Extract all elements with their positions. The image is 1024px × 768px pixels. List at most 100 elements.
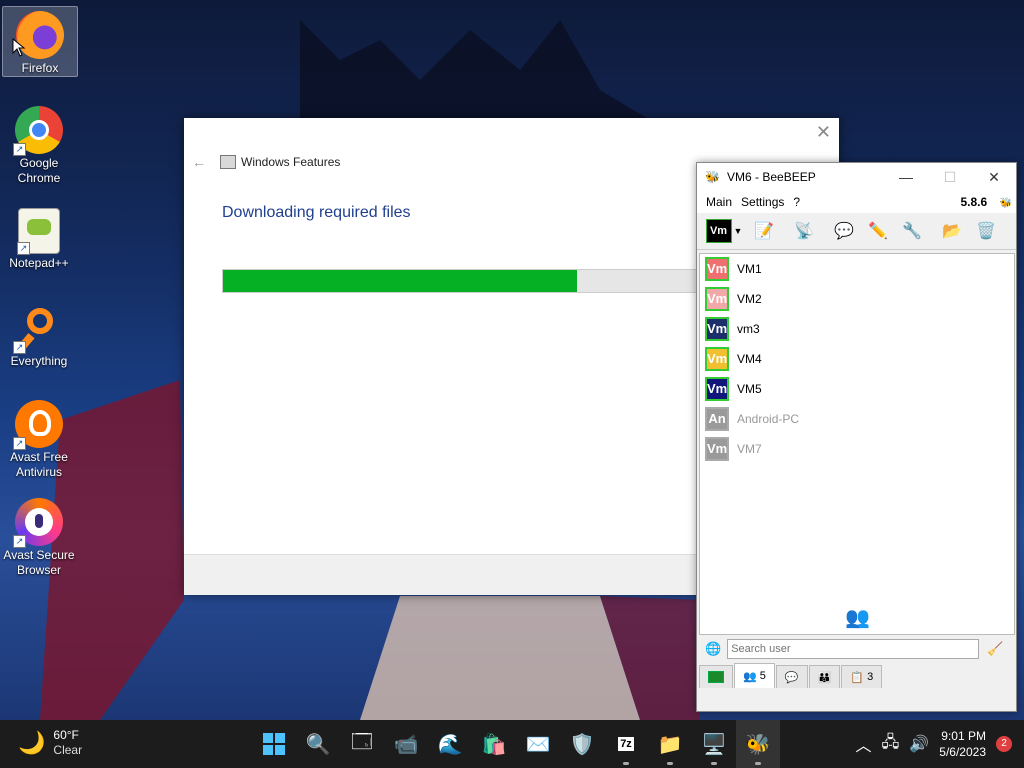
user-avatar: Vm	[705, 437, 729, 461]
desktop-icon-label: Google Chrome	[17, 156, 61, 185]
taskbar-apps: 🔍 🗔 📹 🌊 🛍️ ✉️ 🛡️ 7z 📁 🖥️ 🐝	[252, 720, 780, 768]
windows-logo-icon	[263, 733, 285, 755]
user-row[interactable]: Vm VM1	[700, 254, 1014, 284]
network-tray-icon[interactable]: 🖧	[882, 731, 900, 758]
user-avatar: Vm	[705, 287, 729, 311]
share-files-icon[interactable]: 📂	[939, 218, 965, 244]
search-user-input[interactable]	[727, 639, 980, 659]
desktop-icon-chrome[interactable]: ↗ Google Chrome	[2, 102, 76, 186]
7zip-icon[interactable]: 7z	[604, 720, 648, 768]
groups-icon: 👪	[817, 671, 832, 684]
tab-chats[interactable]: 💬	[775, 665, 808, 688]
tab-users[interactable]: 👥 5	[734, 663, 775, 688]
weather-temp: 60°F	[53, 728, 79, 742]
chrome-icon: ↗	[13, 106, 63, 156]
user-row[interactable]: An Android-PC	[700, 404, 1014, 434]
avast-browser-taskbar-icon[interactable]: 🛡️	[560, 720, 604, 768]
title-bar: 🐝 VM6 - BeeBEEP — ☐ ✕	[697, 163, 1016, 191]
edge-icon[interactable]: 🌊	[428, 720, 472, 768]
user-avatar: Vm	[705, 347, 729, 371]
notification-badge[interactable]: 2	[996, 736, 1012, 752]
mail-icon[interactable]: ✉️	[516, 720, 560, 768]
moon-icon: 🌙	[18, 730, 46, 755]
beebeep-taskbar-icon[interactable]: 🐝	[736, 720, 780, 768]
clear-search-icon[interactable]: 🧹	[987, 641, 1003, 657]
minimize-button[interactable]: —	[884, 163, 928, 191]
beebeep-app-icon: 🐝	[705, 170, 720, 184]
desktop-icon-label: Notepad++	[9, 256, 69, 270]
user-row[interactable]: Vm VM2	[700, 284, 1014, 314]
avast-icon: ↗	[13, 400, 63, 450]
desktop-icon-avast[interactable]: ↗ Avast Free Antivirus	[2, 396, 76, 480]
weather-widget[interactable]: 🌙 60°F Clear	[18, 728, 82, 758]
user-name: VM1	[737, 262, 762, 276]
user-row[interactable]: Vm vm3	[700, 314, 1014, 344]
menu-help[interactable]: ?	[793, 195, 800, 209]
user-avatar: An	[705, 407, 729, 431]
menu-main[interactable]: Main	[706, 195, 732, 209]
close-icon[interactable]: ✕	[816, 122, 831, 143]
system-tray: ︿ 🖧 🔊 9:01 PM 5/6/2023 2	[856, 720, 1024, 768]
user-row[interactable]: Vm VM5	[700, 374, 1014, 404]
menu-settings[interactable]: Settings	[741, 195, 784, 209]
beebeep-window: 🐝 VM6 - BeeBEEP — ☐ ✕ Main Settings ? 5.…	[696, 162, 1017, 712]
shortcut-arrow-icon: ↗	[13, 437, 26, 450]
tab-files[interactable]: 📋 3	[841, 665, 883, 688]
user-name: VM7	[737, 442, 762, 456]
connection-icon: 🌐	[705, 641, 722, 656]
shortcut-arrow-icon: ↗	[13, 341, 26, 354]
clear-icon[interactable]: 🗑️	[973, 218, 999, 244]
start-button[interactable]	[252, 720, 296, 768]
chevron-up-icon[interactable]: ︿	[856, 732, 872, 756]
taskbar: 🌙 60°F Clear 🔍 🗔 📹 🌊 🛍️ ✉️ 🛡️ 7z 📁 🖥️ 🐝 …	[0, 720, 1024, 768]
user-row[interactable]: Vm VM7	[700, 434, 1014, 464]
tab-count: 5	[759, 670, 766, 682]
menu-bar: Main Settings ? 5.8.6 🐝	[697, 191, 1016, 213]
search-icon[interactable]: 🔍	[296, 720, 340, 768]
tab-screen[interactable]	[699, 665, 733, 688]
status-selector[interactable]: Vm ▼	[705, 218, 743, 244]
user-avatar: Vm	[705, 377, 729, 401]
weather-condition: Clear	[53, 743, 83, 757]
shortcut-arrow-icon: ↗	[13, 143, 26, 156]
open-chat-icon[interactable]: 💬	[831, 218, 857, 244]
user-name: VM5	[737, 382, 762, 396]
windows-features-icon	[220, 155, 236, 169]
user-row[interactable]: Vm VM4	[700, 344, 1014, 374]
clock[interactable]: 9:01 PM 5/6/2023	[939, 728, 986, 760]
edit-profile-icon[interactable]: 📝	[751, 218, 777, 244]
desktop-icon-everything[interactable]: ↗ Everything	[2, 300, 76, 369]
desktop-icon-label: Avast Free Antivirus	[10, 450, 68, 479]
maximize-button[interactable]: ☐	[928, 163, 972, 191]
volume-icon[interactable]: 🔊	[909, 734, 929, 754]
write-message-icon[interactable]: ✏️	[865, 218, 891, 244]
teams-chat-icon[interactable]: 📹	[384, 720, 428, 768]
user-avatar: Vm	[705, 317, 729, 341]
tools-icon[interactable]: 🔧	[899, 218, 925, 244]
desktop-icon-notepadpp[interactable]: ↗ Notepad++	[2, 204, 76, 271]
control-panel-icon[interactable]: 🖥️	[692, 720, 736, 768]
version-label: 5.8.6 🐝	[960, 195, 1013, 209]
window-title: VM6 - BeeBEEP	[727, 170, 816, 184]
task-view-icon[interactable]: 🗔	[340, 720, 384, 768]
status-badge: Vm	[705, 219, 732, 243]
back-arrow-icon[interactable]: ←	[192, 154, 206, 170]
search-row: 🌐 🧹	[699, 637, 1013, 661]
user-name: VM2	[737, 292, 762, 306]
everything-icon: ↗	[13, 304, 63, 354]
shortcut-arrow-icon: ↗	[17, 242, 30, 255]
network-icon[interactable]: 📡	[791, 218, 817, 244]
desktop-icon-avast-browser[interactable]: ↗ Avast Secure Browser	[2, 494, 76, 578]
user-list: Vm VM1 Vm VM2 Vm vm3 Vm VM4 Vm VM5 An Android-PC Vm V…	[699, 253, 1015, 635]
chevron-down-icon: ▼	[733, 226, 743, 236]
user-name: vm3	[737, 322, 760, 336]
notepadpp-icon: ↗	[17, 208, 60, 255]
status-heading: Downloading required files	[222, 204, 411, 221]
tab-groups[interactable]: 👪	[808, 665, 841, 688]
progress-fill	[223, 270, 577, 292]
store-icon[interactable]: 🛍️	[472, 720, 516, 768]
people-icon: 👥	[845, 607, 870, 629]
file-explorer-icon[interactable]: 📁	[648, 720, 692, 768]
close-button[interactable]: ✕	[972, 163, 1016, 191]
files-icon: 📋	[850, 671, 864, 684]
